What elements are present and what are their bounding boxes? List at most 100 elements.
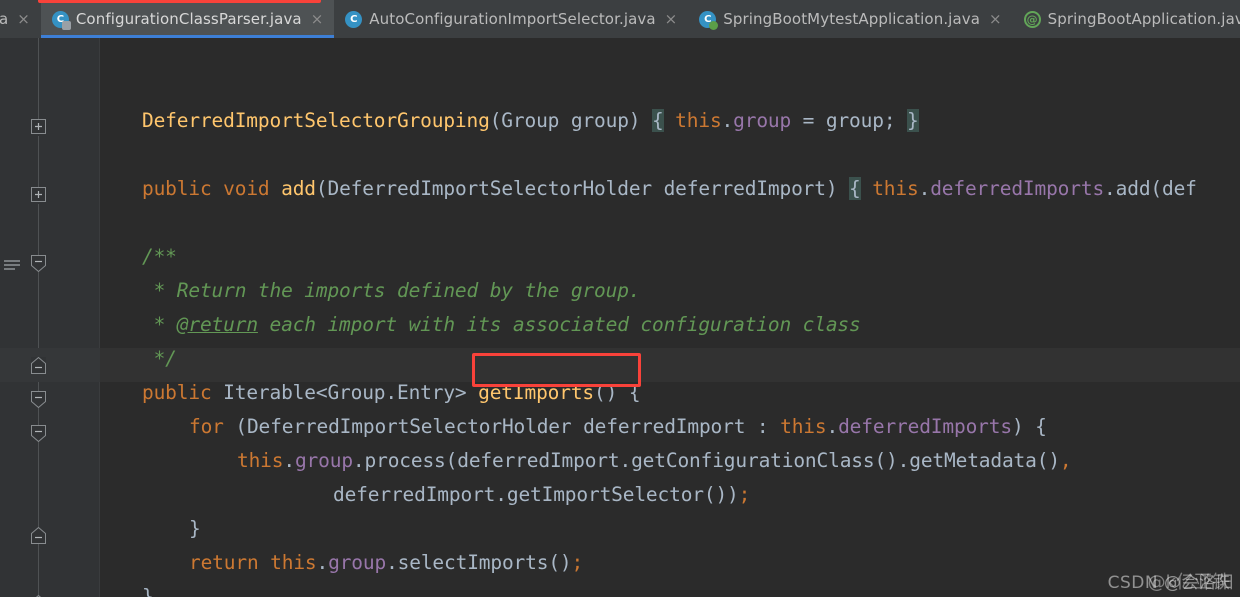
editor-tab-autoconfigurationimportselector[interactable]: C AutoConfigurationImportSelector.java × xyxy=(334,0,688,38)
java-class-icon: C xyxy=(345,10,363,28)
code-token: group xyxy=(733,109,792,132)
code-token: . xyxy=(316,551,329,574)
editor-tab-configurationclassparser[interactable]: C ConfigurationClassParser.java × xyxy=(40,0,335,38)
java-annotation-icon: @ xyxy=(1023,10,1041,28)
watermark-author: @k亿亚铁 xyxy=(1147,572,1230,593)
code-token: * xyxy=(142,313,177,336)
code-token: this xyxy=(872,177,919,200)
editor-tab-clipped[interactable]: va × xyxy=(0,0,41,38)
fold-expanded-start-icon[interactable] xyxy=(31,391,46,408)
code-token: } xyxy=(907,109,919,132)
fold-expanded-end-icon[interactable] xyxy=(31,527,46,544)
run-badge-icon xyxy=(709,20,719,30)
code-token: * Return the imports defined by the grou… xyxy=(142,279,641,302)
code-line[interactable]: deferredImport.getImportSelector()); xyxy=(333,478,750,512)
annotation-letter: @ xyxy=(1023,10,1041,28)
fold-expanded-start-icon[interactable] xyxy=(31,255,46,272)
code-token: this xyxy=(780,415,827,438)
code-token: for xyxy=(189,415,224,438)
java-class-locked-icon: C xyxy=(51,10,71,30)
code-token: } xyxy=(142,585,154,597)
tab-label: SpringBootApplication.java xyxy=(1047,10,1240,28)
code-token: group xyxy=(294,449,353,472)
code-token: deferredImports xyxy=(838,415,1012,438)
code-token: this xyxy=(237,449,284,472)
code-token: . xyxy=(721,109,734,132)
code-line[interactable]: this.group.process(deferredImport.getCon… xyxy=(237,444,1072,478)
code-line[interactable]: } xyxy=(142,580,154,597)
code-token: group xyxy=(328,551,387,574)
code-token: this xyxy=(675,109,722,132)
code-token: deferredImport.getImportSelector()) xyxy=(333,483,739,506)
java-class-runnable-icon: C xyxy=(699,10,719,30)
tab-label: AutoConfigurationImportSelector.java xyxy=(369,10,656,28)
ide-window: va × C ConfigurationClassParser.java × C… xyxy=(0,0,1240,597)
fold-expanded-start-icon[interactable] xyxy=(31,425,46,442)
close-icon[interactable]: × xyxy=(663,11,680,27)
code-line[interactable]: for (DeferredImportSelectorHolder deferr… xyxy=(189,410,1047,444)
code-editor[interactable]: DeferredImportSelectorGrouping(Group gro… xyxy=(0,38,1240,597)
code-line[interactable]: return this.group.selectImports(); xyxy=(189,546,583,580)
code-token: ) { xyxy=(1011,415,1047,438)
fold-collapsed-plus-icon[interactable] xyxy=(31,119,46,136)
editor-tab-bar: va × C ConfigurationClassParser.java × C… xyxy=(0,0,1240,38)
partial-code-row-above xyxy=(100,38,1240,46)
code-line[interactable]: DeferredImportSelectorGrouping(Group gro… xyxy=(142,104,919,138)
editor-tab-springbootmytestapplication[interactable]: C SpringBootMytestApplication.java × xyxy=(688,0,1012,38)
code-token: ; xyxy=(571,551,584,574)
tab-label: SpringBootMytestApplication.java xyxy=(723,10,981,28)
code-token: DeferredImportSelectorGrouping xyxy=(142,109,490,132)
code-token: { xyxy=(651,109,664,132)
code-token: (DeferredImportSelectorHolder deferredIm… xyxy=(315,177,850,200)
modified-lines-icon[interactable] xyxy=(4,260,20,272)
code-token: .add(def xyxy=(1104,177,1197,200)
editor-gutter[interactable] xyxy=(0,38,100,597)
code-token: { xyxy=(849,177,861,200)
code-line[interactable]: * Return the imports defined by the grou… xyxy=(142,274,641,308)
lock-badge-icon xyxy=(61,20,71,30)
code-token: = group; xyxy=(791,109,907,132)
code-token: this xyxy=(270,551,317,574)
close-icon[interactable]: × xyxy=(987,11,1004,27)
fold-expanded-end-icon[interactable] xyxy=(31,357,46,374)
close-icon[interactable]: × xyxy=(15,11,32,27)
code-token: .selectImports() xyxy=(386,551,572,574)
code-line[interactable]: */ xyxy=(142,342,177,376)
code-line[interactable]: public Iterable<Group.Entry> getImports(… xyxy=(142,376,641,410)
code-token: .process(deferredImport.getConfiguration… xyxy=(352,449,1060,472)
code-token: ) xyxy=(628,109,652,132)
code-token: (DeferredImportSelectorHolder deferredIm… xyxy=(223,415,781,438)
fold-collapsed-plus-icon[interactable] xyxy=(31,187,46,204)
code-token: Iterable<Group.Entry> xyxy=(211,381,479,404)
code-token: public xyxy=(142,381,212,404)
editor-tab-springbootapplication[interactable]: @ SpringBootApplication.java × xyxy=(1013,0,1240,38)
code-line[interactable]: * @return each import with its associate… xyxy=(142,308,861,342)
code-token: , xyxy=(1059,449,1072,472)
code-line[interactable]: /** xyxy=(142,240,177,274)
code-token: add xyxy=(281,177,316,200)
highlighted-row-gutter xyxy=(0,348,100,382)
code-surface[interactable]: DeferredImportSelectorGrouping(Group gro… xyxy=(100,38,1240,597)
code-token: ( xyxy=(489,109,502,132)
code-token: void xyxy=(223,177,270,200)
tab-label: ConfigurationClassParser.java xyxy=(75,10,302,28)
tab-label: va xyxy=(0,10,9,28)
code-line[interactable]: public void add(DeferredImportSelectorHo… xyxy=(142,172,1197,206)
code-token: . xyxy=(918,177,931,200)
code-token: . xyxy=(826,415,839,438)
code-token: Group group xyxy=(501,109,629,132)
code-token: return xyxy=(189,551,259,574)
code-token: . xyxy=(283,449,295,472)
code-line[interactable]: } xyxy=(189,512,201,546)
code-token: */ xyxy=(142,347,177,370)
code-token: ; xyxy=(738,483,751,506)
code-token: /** xyxy=(142,245,177,268)
code-token: each import with its associated configur… xyxy=(257,313,861,336)
code-token: { xyxy=(628,381,641,404)
close-icon[interactable]: × xyxy=(309,11,326,27)
